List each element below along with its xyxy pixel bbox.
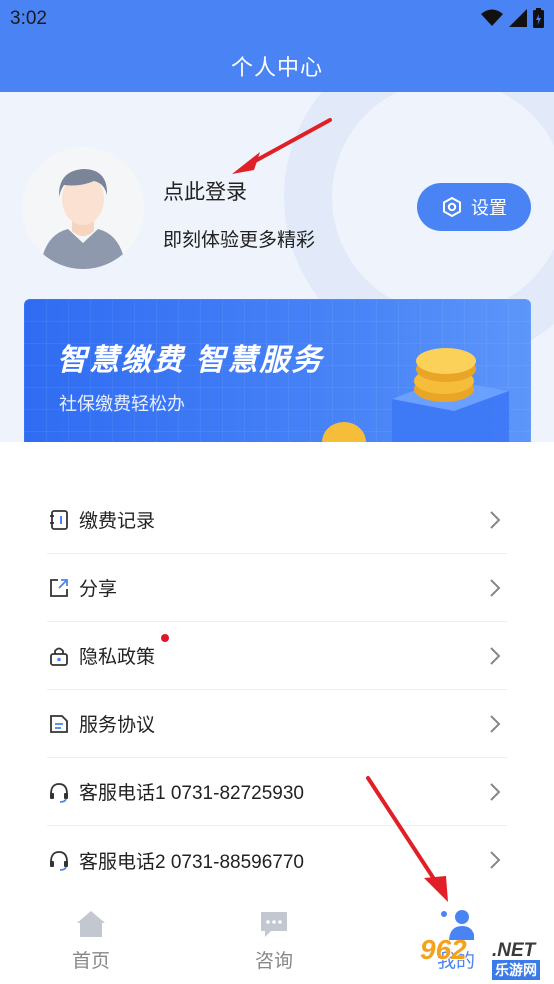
wifi-icon [481, 9, 503, 26]
menu-item-payment-records[interactable]: 缴费记录 [47, 486, 507, 554]
coins-illustration [322, 348, 509, 442]
share-icon [47, 576, 71, 600]
watermark-main: 962 [420, 934, 467, 965]
status-icons [481, 8, 544, 28]
user-avatar-icon [40, 169, 126, 269]
notification-badge [161, 634, 169, 642]
record-icon [47, 508, 71, 532]
tab-consult[interactable]: 咨询 [214, 906, 334, 973]
status-time: 3:02 [10, 8, 47, 29]
banner-subtitle: 社保缴费轻松办 [59, 394, 185, 414]
menu-item-hotline-1[interactable]: 客服电话1 0731-82725930 [47, 758, 507, 826]
profile-section: 点此登录 即刻体验更多精彩 设置 智慧缴费 智慧服务 社保缴费轻松办 [0, 92, 554, 442]
home-icon [77, 911, 105, 937]
promo-banner[interactable]: 智慧缴费 智慧服务 社保缴费轻松办 [24, 299, 531, 442]
app-header: 个人中心 [0, 38, 554, 92]
tab-home-label: 首页 [71, 951, 110, 972]
watermark-logo: 962 .NET 乐游网 [418, 934, 548, 982]
gear-icon [443, 196, 461, 218]
menu-label: 客服电话2 0731-88596770 [79, 851, 304, 873]
settings-label: 设置 [471, 198, 507, 218]
lock-icon [47, 644, 71, 668]
chevron-right-icon [490, 715, 501, 733]
avatar[interactable] [22, 147, 144, 269]
menu-label: 隐私政策 [79, 647, 156, 668]
menu-label: 服务协议 [79, 715, 156, 736]
signal-icon [509, 9, 527, 27]
chat-icon [261, 912, 287, 937]
chevron-right-icon [490, 783, 501, 801]
menu-item-hotline-2[interactable]: 客服电话2 0731-88596770 [47, 826, 507, 894]
login-link[interactable]: 点此登录 [163, 176, 247, 206]
menu-item-share[interactable]: 分享 [47, 554, 507, 622]
watermark-cn: 乐游网 [492, 960, 540, 980]
tab-home[interactable]: 首页 [31, 906, 151, 973]
menu-label: 客服电话1 0731-82725930 [79, 783, 304, 804]
settings-button[interactable]: 设置 [417, 183, 531, 231]
menu-item-privacy-policy[interactable]: 隐私政策 [47, 622, 507, 690]
headset-icon [47, 848, 71, 872]
menu-item-service-agreement[interactable]: 服务协议 [47, 690, 507, 758]
menu-label: 缴费记录 [79, 511, 156, 532]
banner-title: 智慧缴费 智慧服务 [57, 344, 324, 377]
battery-icon [533, 8, 544, 28]
menu-label: 分享 [79, 579, 118, 600]
page-title: 个人中心 [230, 55, 323, 80]
chevron-right-icon [490, 511, 501, 529]
tab-consult-label: 咨询 [254, 951, 293, 972]
chevron-right-icon [490, 647, 501, 665]
menu-list: 缴费记录 分享 隐私政策 服务协议 客服电话1 0731-82725930 客服… [47, 486, 507, 894]
headset-icon [47, 780, 71, 804]
status-bar: 3:02 [0, 0, 554, 38]
chevron-right-icon [490, 851, 501, 869]
document-icon [47, 712, 71, 736]
watermark-net: .NET [492, 940, 536, 961]
chevron-right-icon [490, 579, 501, 597]
login-subtitle: 即刻体验更多精彩 [163, 230, 316, 251]
